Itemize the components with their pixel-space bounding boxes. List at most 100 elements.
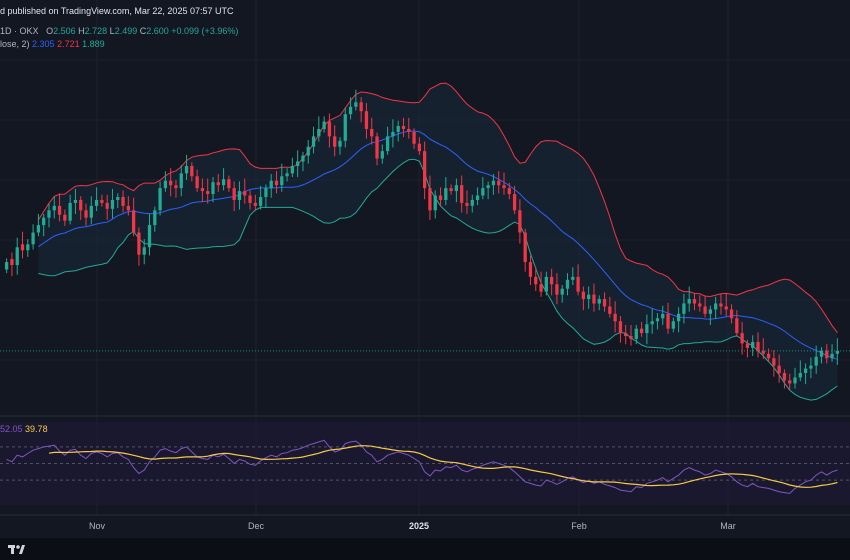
candle-body (602, 299, 607, 307)
candle-body (216, 182, 220, 186)
x-tick-mar: Mar (720, 521, 736, 531)
candle-body (814, 356, 818, 366)
candle-body (825, 350, 829, 359)
candle-body (232, 188, 236, 200)
x-tick-feb: Feb (571, 521, 587, 531)
candle-body (84, 210, 88, 218)
candle-body (512, 194, 517, 211)
candle-body (534, 276, 538, 285)
candle-body (370, 128, 374, 137)
candle-body (311, 136, 316, 147)
candle-body (327, 121, 332, 137)
candle-body (772, 358, 776, 366)
candle-body (682, 303, 686, 314)
ohlc-legend: 1D · OKX O2.506 H2.728 L2.499 C2.600 +0.… (0, 26, 238, 36)
candle-body (793, 377, 797, 384)
candle-body (348, 106, 353, 115)
bollinger-band-fill (38, 83, 838, 401)
candle-body (105, 202, 109, 209)
candle-body (481, 188, 485, 196)
candle-body (15, 247, 19, 266)
bb-upper-value: 2.721 (57, 39, 80, 49)
candle-body (243, 191, 247, 196)
candle-body (549, 276, 554, 285)
candle-body (618, 321, 623, 334)
candle-body (587, 294, 591, 300)
candle-body (835, 350, 839, 354)
candle-body (576, 276, 580, 292)
candle-body (798, 373, 802, 378)
high-value: 2.728 (84, 26, 108, 36)
candle-body (190, 165, 194, 177)
candle-body (269, 180, 273, 189)
candle-body (687, 299, 691, 304)
candle-body (661, 313, 665, 319)
candle-body (227, 179, 231, 189)
bb-basis-value: 2.305 (32, 39, 55, 49)
candle-body (597, 299, 601, 304)
candle-body (73, 199, 78, 203)
candle-body (385, 136, 390, 152)
candle-body (782, 373, 787, 381)
candle-body (613, 313, 617, 322)
candle-body (819, 350, 824, 357)
candle-body (285, 173, 289, 177)
candle-body (544, 276, 548, 292)
candle-body (116, 197, 120, 200)
candle-body (502, 185, 506, 189)
x-tick-nov: Nov (88, 521, 106, 531)
candle-body (565, 279, 570, 289)
candle-body (359, 102, 363, 112)
candle-body (555, 284, 559, 295)
symbol-label: 1D · OKX (0, 26, 39, 36)
candle-body (412, 131, 416, 144)
candle-body (634, 328, 638, 339)
candle-body (296, 161, 300, 166)
candle-body (147, 225, 152, 248)
change-value: +0.099 (+3.96%) (171, 26, 239, 36)
candle-body (645, 324, 649, 334)
candle-body (438, 195, 443, 200)
candle-body (354, 102, 358, 107)
candle-body (708, 309, 713, 314)
candle-body (401, 126, 406, 129)
candle-body (57, 205, 62, 215)
candle-body (89, 205, 93, 218)
candle-body (306, 146, 310, 156)
candle-body (42, 217, 46, 226)
candle-body (47, 210, 51, 218)
candle-body (518, 210, 522, 233)
rsi-value: 52.05 (0, 424, 23, 434)
candle-body (301, 155, 305, 162)
candle-body (491, 180, 496, 186)
candle-body (735, 318, 739, 334)
candle-body (221, 179, 226, 186)
candle-body (745, 343, 750, 348)
candle-body (666, 313, 670, 329)
footer-bar (0, 538, 850, 560)
candle-body (317, 128, 321, 137)
candle-body (571, 276, 575, 280)
candle-body (206, 191, 210, 195)
candle-body (131, 210, 136, 233)
candle-body (581, 291, 586, 300)
candle-body (507, 188, 511, 195)
candle-body (158, 188, 162, 211)
candle-body (110, 199, 115, 209)
candle-body (523, 232, 527, 263)
candle-body (79, 199, 83, 211)
candle-body (68, 202, 72, 221)
candle-body (174, 185, 178, 189)
candle-body (761, 350, 765, 354)
publish-info: d published on TradingView.com, Mar 22, … (0, 6, 233, 16)
candle-body (10, 259, 14, 266)
price-chart (0, 0, 850, 516)
candle-body (163, 180, 168, 189)
candle-body (475, 195, 480, 200)
close-value: 2.600 (146, 26, 169, 36)
rsi-ma-value: 39.78 (25, 424, 48, 434)
candle-body (184, 165, 189, 174)
candle-body (237, 191, 242, 200)
x-tick-dec: Dec (247, 521, 265, 531)
candle-body (338, 140, 342, 147)
